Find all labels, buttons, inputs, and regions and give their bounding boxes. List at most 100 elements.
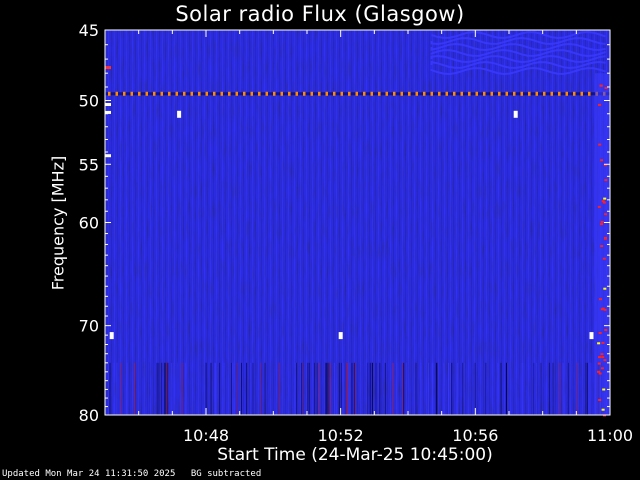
- interference-dot: [355, 91, 358, 96]
- x-tick-label: 10:52: [318, 426, 364, 445]
- streak: [533, 362, 535, 416]
- y-tick-label: 70: [79, 317, 99, 336]
- interference-dot: [550, 91, 553, 96]
- streak: [246, 362, 248, 416]
- streak: [431, 362, 433, 416]
- x-tick-label: 10:48: [183, 426, 229, 445]
- streak: [428, 362, 430, 416]
- burst-pixel: [603, 359, 607, 362]
- streak: [448, 362, 449, 416]
- interference-dot: [273, 91, 276, 96]
- streak: [367, 362, 369, 416]
- streak: [392, 362, 394, 416]
- streak: [353, 362, 355, 416]
- streak: [205, 362, 207, 416]
- streak: [474, 362, 476, 416]
- burst-pixel: [604, 329, 608, 331]
- interference-dot: [400, 91, 403, 96]
- streak: [133, 362, 135, 416]
- streak: [181, 362, 183, 416]
- streak: [177, 362, 179, 416]
- burst-pixel: [603, 287, 607, 290]
- interference-dot: [243, 91, 246, 96]
- burst-pixel: [604, 236, 607, 239]
- burst-pixel: [603, 197, 607, 200]
- streak: [342, 362, 344, 416]
- interference-dot: [123, 91, 126, 96]
- burst-pixel: [604, 179, 608, 182]
- streak: [165, 362, 167, 416]
- interference-dot: [310, 91, 313, 96]
- burst-pixel: [602, 257, 606, 260]
- interference-dot: [468, 91, 471, 96]
- streak: [250, 362, 252, 416]
- interference-dot: [333, 91, 336, 96]
- burst-pixel: [597, 342, 601, 345]
- streak: [535, 362, 537, 416]
- y-tick-label: 60: [79, 214, 99, 233]
- interference-dot: [543, 91, 546, 96]
- streak: [252, 362, 254, 416]
- burst-pixel: [601, 356, 605, 359]
- white-spot: [177, 110, 182, 118]
- interference-dot: [295, 91, 298, 96]
- streak: [329, 362, 331, 416]
- burst-pixel: [598, 356, 601, 359]
- streak: [316, 362, 318, 416]
- streak: [586, 362, 588, 416]
- interference-dot: [318, 91, 321, 96]
- burst-pixel: [600, 159, 604, 162]
- y-axis-label: Frequency [MHz]: [48, 155, 68, 291]
- streak: [349, 362, 351, 416]
- burst-pixel: [601, 408, 605, 411]
- streak: [120, 362, 122, 416]
- streak: [372, 362, 373, 416]
- interference-dot: [145, 91, 148, 96]
- streak: [148, 362, 149, 416]
- streak: [126, 362, 128, 416]
- streak: [113, 362, 115, 416]
- burst-pixel: [600, 245, 604, 248]
- y-tick-label: 50: [79, 92, 99, 111]
- interference-dot: [348, 91, 351, 96]
- background-note: BG subtracted: [190, 469, 262, 479]
- interference-dot: [325, 91, 328, 96]
- plot-area: [105, 30, 610, 417]
- interference-dot: [153, 91, 156, 96]
- interference-dot: [303, 91, 306, 96]
- white-spot: [589, 332, 594, 340]
- interference-dot: [340, 91, 343, 96]
- streak: [172, 362, 174, 416]
- streak: [589, 362, 591, 416]
- burst-pixel: [598, 332, 602, 334]
- interference-dot: [175, 91, 178, 96]
- streak: [585, 362, 587, 416]
- streak: [351, 362, 353, 416]
- interference-dot: [363, 91, 366, 96]
- streak: [184, 362, 186, 416]
- interference-dot: [565, 91, 568, 96]
- streak: [295, 362, 297, 416]
- streak: [301, 362, 303, 416]
- streak: [338, 362, 340, 416]
- interference-dot: [213, 91, 216, 96]
- interference-dot: [280, 91, 283, 96]
- streak: [223, 362, 225, 416]
- burst-pixel: [599, 298, 602, 301]
- streak: [405, 362, 407, 416]
- interference-dot: [483, 91, 486, 96]
- updated-timestamp: Updated Mon Mar 24 11:31:50 2025: [2, 469, 176, 479]
- streak: [241, 362, 242, 416]
- burst-pixel: [600, 220, 604, 223]
- x-tick-label: 11:00: [587, 426, 633, 445]
- streak: [231, 362, 232, 416]
- burst-pixel: [601, 307, 605, 310]
- streak: [540, 362, 542, 416]
- streak: [590, 362, 592, 416]
- interference-dot: [130, 91, 133, 96]
- streak: [568, 362, 569, 416]
- interference-dot: [235, 91, 238, 96]
- streak: [420, 362, 422, 416]
- interference-dot: [288, 91, 291, 96]
- streak: [219, 362, 221, 416]
